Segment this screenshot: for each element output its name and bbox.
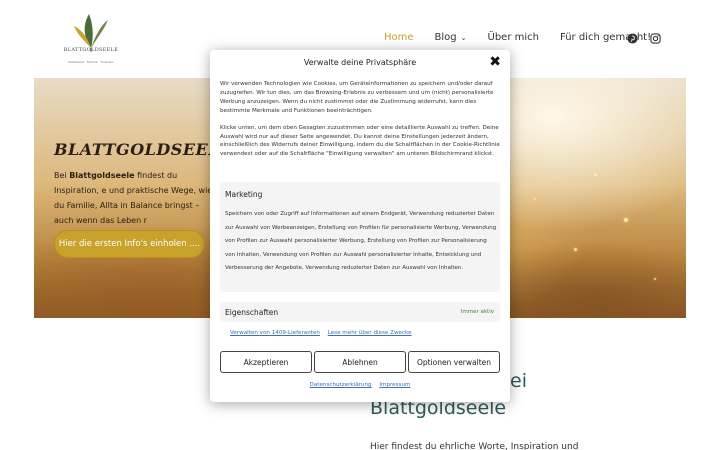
hero-cta-button[interactable]: Hier die ersten Info's einholen .... — [54, 230, 205, 258]
consent-paragraph-1: Wir verwenden Technologien wie Cookies, … — [220, 81, 494, 114]
pinterest-icon[interactable] — [627, 33, 638, 44]
logo-leaves-icon[interactable] — [62, 8, 120, 68]
hero-text-bold: Blattgoldseele — [69, 171, 135, 180]
hero-text: Bei Blattgoldseele findest du Inspiratio… — [54, 168, 214, 228]
welcome-subtext: Hier findest du ehrliche Worte, Inspirat… — [370, 442, 579, 450]
close-icon[interactable]: ✖ — [489, 54, 501, 70]
instagram-icon[interactable] — [650, 33, 661, 44]
properties-title: Eigenschaften — [225, 308, 279, 317]
nav-item-blog[interactable]: Blog ⌄ — [435, 32, 467, 43]
sparkle — [624, 218, 628, 222]
marketing-section[interactable]: Marketing Speichern von oder Zugriff auf… — [220, 182, 500, 292]
social-links — [627, 33, 661, 44]
nav-item-blog-label: Blog — [434, 32, 457, 43]
manage-options-button[interactable]: Optionen verwalten — [408, 351, 500, 373]
cookie-consent-dialog: Verwalte deine Privatsphäre ✖ Wir verwen… — [210, 50, 510, 402]
properties-status: Immer aktiv — [460, 309, 494, 315]
decline-button[interactable]: Ablehnen — [314, 351, 406, 373]
consent-buttons: Akzeptieren Ablehnen Optionen verwalten — [220, 351, 500, 373]
accept-button[interactable]: Akzeptieren — [220, 351, 312, 373]
sparkle — [634, 123, 636, 125]
imprint-link[interactable]: Impressum — [379, 382, 410, 388]
sparkle — [574, 248, 577, 251]
marketing-description: Speichern von oder Zugriff auf Informati… — [225, 211, 497, 272]
marketing-title: Marketing — [225, 190, 263, 199]
privacy-policy-link[interactable]: Datenschutzerklärung — [310, 382, 372, 388]
consent-footer-links: Datenschutzerklärung Impressum — [210, 382, 510, 388]
consent-links: Verwalten von 1409-Lieferanten Lese mehr… — [230, 330, 418, 336]
properties-section[interactable]: Eigenschaften Immer aktiv — [220, 302, 500, 322]
hero-text-prefix: Bei — [54, 171, 70, 180]
sparkle — [534, 198, 536, 200]
logo-subtitle: Selbstwert · Familie · Finanzen — [68, 60, 114, 64]
read-more-link[interactable]: Lese mehr über diese Zwecke — [328, 330, 412, 336]
logo-text[interactable]: BLATTGOLDSEELE — [62, 47, 120, 53]
chevron-down-icon: ⌄ — [460, 34, 467, 42]
consent-title: Verwalte deine Privatsphäre — [303, 58, 417, 67]
sparkle — [654, 278, 656, 280]
sparkle — [554, 138, 556, 140]
manage-vendors-link[interactable]: Verwalten von 1409-Lieferanten — [230, 330, 320, 336]
nav-item-ueber-mich[interactable]: Über mich — [488, 32, 539, 43]
sparkle — [594, 173, 597, 176]
nav-item-home[interactable]: Home — [384, 32, 414, 43]
consent-paragraph-2: Klicke unten, um dem oben Gesagten zuzus… — [220, 124, 500, 158]
consent-body: Wir verwenden Technologien wie Cookies, … — [220, 80, 500, 167]
hero-title: BLATTGOLDSEELE — [54, 140, 233, 159]
